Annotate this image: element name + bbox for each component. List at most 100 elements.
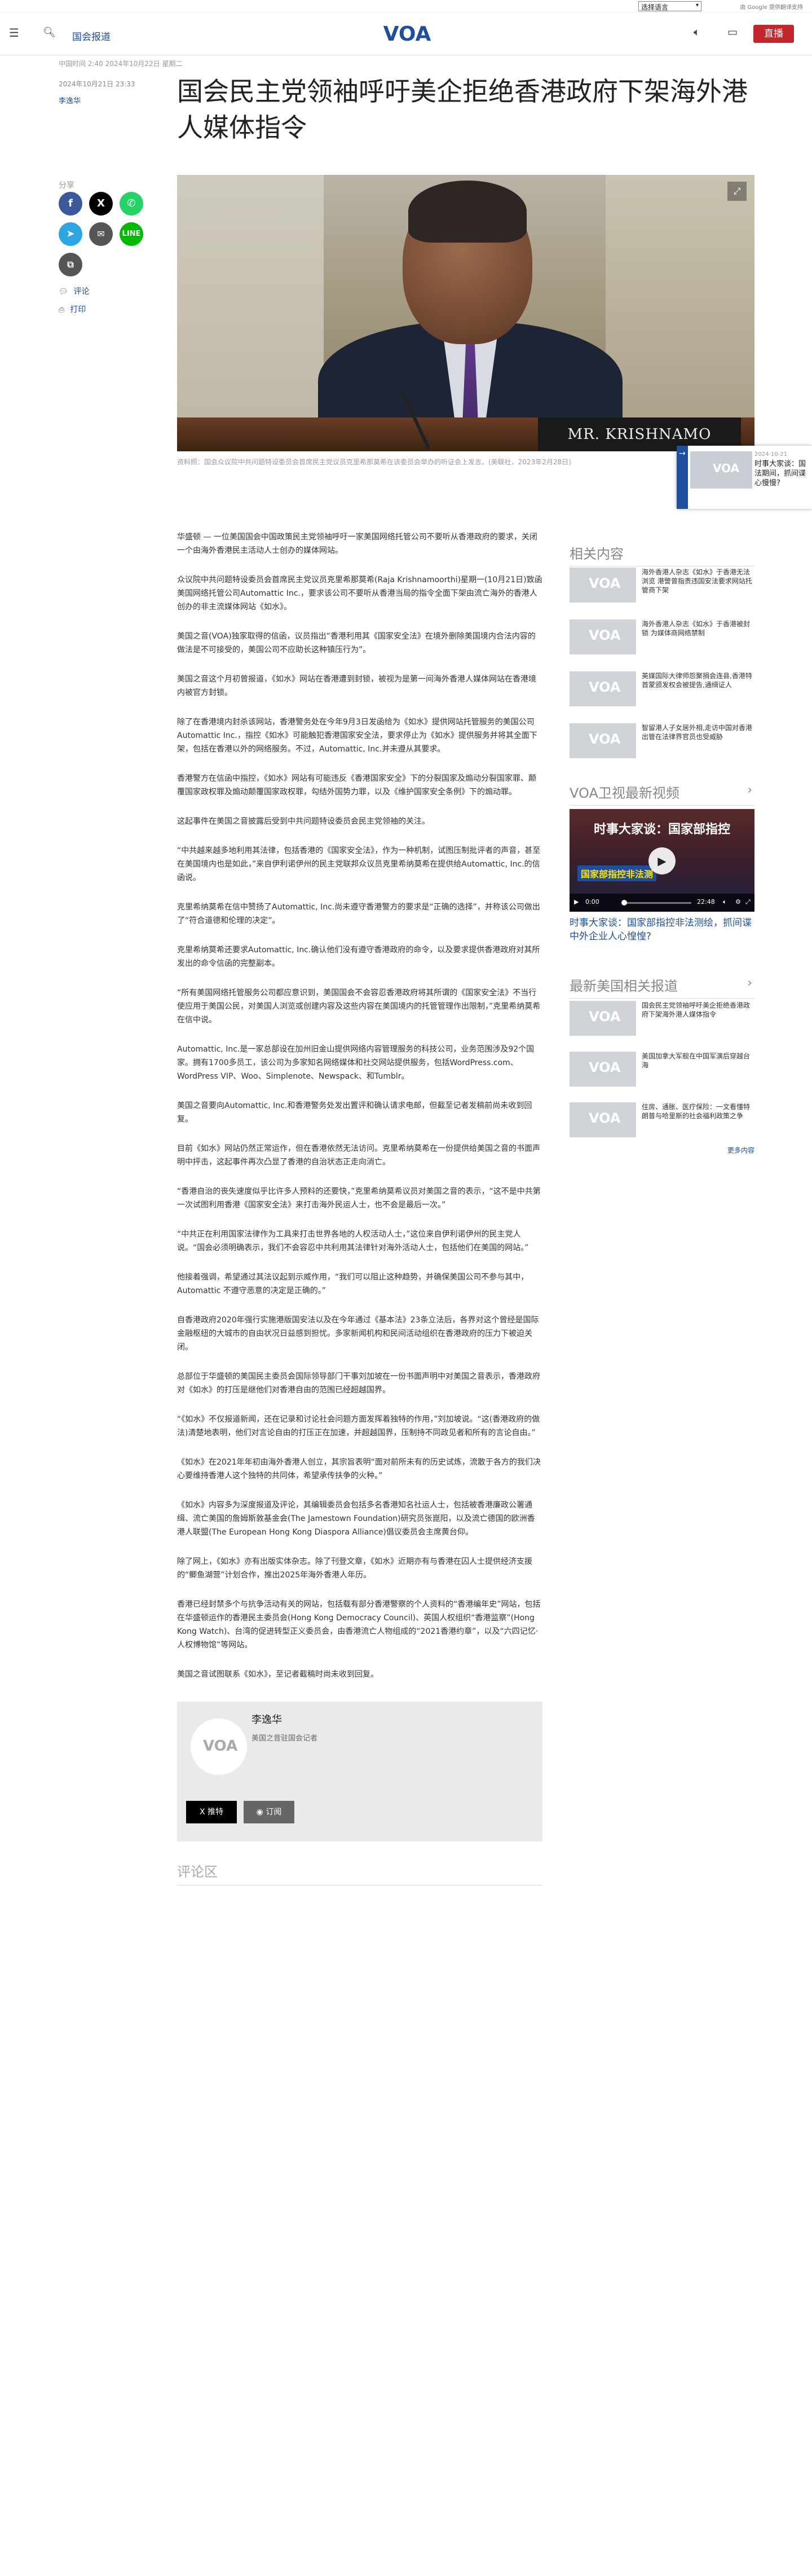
copy-link-icon[interactable]: ⧉: [59, 253, 82, 276]
volume-icon[interactable]: 🔈︎: [723, 898, 727, 906]
voa-logo: VOA: [589, 1009, 621, 1025]
language-select[interactable]: 选择语言 ▾: [638, 1, 701, 11]
article-paragraph: 美国之音(VOA)独家取得的信函，议员指出“香港利用其《国家安全法》在境外删除美…: [177, 632, 536, 654]
comments-link-label: 评论: [73, 287, 90, 296]
voa-logo[interactable]: VOA: [381, 19, 433, 47]
thumbnail[interactable]: VOA: [570, 1001, 636, 1036]
list-item[interactable]: VOA 海外香港人杂志《如水》于香港无法浏览 港警曾指责违国安法要求网站托管商下架: [570, 568, 754, 612]
article-paragraph: 克里希纳莫希在信中赞扬了Automattic, Inc.尚未遵守香港警方的要求是…: [177, 903, 540, 925]
article-paragraph: 《如水》在2021年年初由海外香港人创立，其宗旨表明“面对前所未有的历史试炼，流…: [177, 1458, 541, 1480]
list-item[interactable]: VOA 住房、通胀、医疗保险：一文看懂特朗普与哈里斯的社会福利政策之争: [570, 1102, 754, 1146]
search-icon[interactable]: 🔍︎: [43, 27, 56, 38]
list-item-title[interactable]: 国会民主党领袖呼吁美企拒绝香港政府下架海外港人媒体指令: [642, 1001, 752, 1019]
comments-link[interactable]: 💬︎ 评论: [59, 285, 90, 297]
utility-bar: 选择语言 ▾ 由 Google 提供翻译支持: [0, 0, 812, 12]
article-paragraph: 美国之音要向Automattic, Inc.和香港警务处发出置评和确认请求电邮，…: [177, 1101, 532, 1124]
latest-heading-label: 最新美国相关报道: [570, 978, 678, 994]
list-item[interactable]: VOA 智留港人子女居外相,走访中国对香港出管在法律界官员也受威胁: [570, 723, 754, 767]
thumbnail[interactable]: VOA: [570, 568, 636, 603]
audio-icon[interactable]: 🔈︎: [694, 26, 700, 38]
follow-button[interactable]: X 推特: [186, 1801, 237, 1823]
article-paragraph: 众议院中共问题特设委员会首席民主党议员克里希那莫希(Raja Krishnamo…: [177, 575, 542, 612]
latest-heading[interactable]: 最新美国相关报道 ›: [570, 975, 754, 999]
play-control-icon[interactable]: ▶: [574, 898, 579, 905]
video-banner: 时事大家谈：国家部指控: [593, 823, 730, 837]
video-current-time: 0:00: [585, 898, 599, 905]
list-item[interactable]: VOA 国会民主党领袖呼吁美企拒绝香港政府下架海外港人媒体指令: [570, 1001, 754, 1045]
published-date: 2024年10月21日 23:33: [59, 80, 135, 88]
section-link[interactable]: 国会报道: [72, 29, 111, 43]
mini-player-thumbnail[interactable]: VOA: [690, 451, 752, 489]
list-item[interactable]: VOA 美国加拿大军舰在中国军演后穿越台海: [570, 1052, 754, 1096]
voa-logo: VOA: [589, 627, 621, 643]
video-controls: ▶ 0:00 22:48 🔈︎ ⚙ ⤢: [570, 894, 754, 912]
share-label: 分享: [59, 181, 74, 190]
thumbnail[interactable]: VOA: [570, 723, 636, 758]
author-name[interactable]: 李逸华: [251, 1712, 282, 1726]
author-link[interactable]: 李逸华: [59, 95, 81, 105]
print-link[interactable]: ⎙ 打印: [59, 304, 86, 315]
settings-icon[interactable]: ⚙: [735, 898, 741, 905]
telegram-share-icon[interactable]: ➤: [59, 222, 82, 246]
whatsapp-share-icon[interactable]: ✆: [120, 192, 143, 216]
voa-logo: VOA: [589, 731, 621, 747]
list-item[interactable]: VOA 英媒国际大律师怨聚捐会连县,香港特首蒙颁发权会被提告,通缉证人: [570, 671, 754, 715]
voa-logo: VOA: [589, 1110, 621, 1126]
line-share-icon[interactable]: LINE: [120, 222, 143, 246]
list-item-title[interactable]: 美国加拿大军舰在中国军演后穿越台海: [642, 1052, 752, 1070]
comment-icon: 💬︎: [59, 288, 68, 296]
site-header: ☰ 🔍︎ 国会报道 VOA 🔈︎ ▭ 直播: [0, 12, 812, 55]
mini-player-title[interactable]: 时事大家谈：国法期间，抓间谍心慢慢?: [754, 459, 810, 488]
x-icon: X: [199, 1808, 208, 1817]
avatar[interactable]: VOA: [191, 1718, 247, 1775]
article-paragraph: 香港警方在信函中指控，《如水》网站有可能违反《香港国家安全》下的分裂国家及煽动分…: [177, 774, 536, 797]
article-paragraph: Automattic, Inc.是一家总部设在加州旧金山提供网络内容管理服务的科…: [177, 1045, 535, 1081]
list-item-title[interactable]: 住房、通胀、医疗保险：一文看懂特朗普与哈里斯的社会福利政策之争: [642, 1102, 752, 1120]
article-paragraph: 自香港政府2020年强行实施港版国安法以及在今年通过《基本法》23条立法后，各界…: [177, 1316, 539, 1352]
subscribe-button-label: 订阅: [266, 1808, 282, 1817]
mini-player-arrow-icon[interactable]: →: [677, 446, 688, 509]
live-button[interactable]: 直播: [753, 25, 794, 43]
video-player[interactable]: 时事大家谈：国家部指控 国家部指控非法测 ▶ ▶ 0:00 22:48 🔈︎ ⚙…: [570, 809, 754, 912]
video-progress-handle[interactable]: [621, 900, 627, 905]
video-progress-track[interactable]: [624, 902, 691, 904]
thumbnail[interactable]: VOA: [570, 619, 636, 654]
article-paragraph: 除了在香港境内封杀该网站，香港警务处在今年9月3日发函给为《如水》提供网站托管服…: [177, 718, 537, 754]
article-paragraph: 目前《如水》网站仍然正常运作，但在香港依然无法访问。克里希纳莫希在一份提供给美国…: [177, 1144, 540, 1167]
video-heading[interactable]: VOA卫视最新视频 ›: [570, 782, 754, 806]
subscribe-button[interactable]: ◉ 订阅: [244, 1801, 294, 1823]
menu-icon[interactable]: ☰: [9, 26, 19, 39]
list-item[interactable]: VOA 海外香港人杂志《如水》于香港被封锁 为媒体商网络禁制: [570, 619, 754, 663]
follow-button-label: 推特: [208, 1808, 224, 1817]
thumbnail[interactable]: VOA: [570, 671, 636, 706]
more-link[interactable]: 更多内容: [570, 1145, 754, 1155]
voa-logo: VOA: [589, 1060, 621, 1075]
hair: [408, 181, 527, 243]
video-banner-secondary: 国家部指控非法测: [577, 865, 657, 881]
voa-logo: VOA: [589, 679, 621, 695]
voa-logo: VOA: [713, 461, 740, 475]
list-item-title[interactable]: 海外香港人杂志《如水》于香港被封锁 为媒体商网络禁制: [642, 619, 752, 638]
video-title[interactable]: 时事大家谈：国家部指控非法测绘，抓间谍中外企业人心惶惶?: [570, 916, 754, 943]
expand-icon[interactable]: ⤢: [727, 182, 747, 201]
play-icon[interactable]: ▶: [648, 847, 676, 874]
list-item-title[interactable]: 海外香港人杂志《如水》于香港无法浏览 港警曾指责违国安法要求网站托管商下架: [642, 568, 752, 595]
article-paragraph: 香港已经封禁多个与抗争活动有关的网站，包括载有部分香港警察的个人资料的“香港编年…: [177, 1600, 541, 1650]
article-paragraph: 除了网上，《如水》亦有出版实体杂志。除了刊登文章，《如水》近期亦有与香港在囚人士…: [177, 1557, 532, 1580]
facebook-share-icon[interactable]: f: [59, 192, 82, 216]
thumbnail[interactable]: VOA: [570, 1052, 636, 1087]
list-item-title[interactable]: 智留港人子女居外相,走访中国对香港出管在法律界官员也受威胁: [642, 723, 752, 741]
x-share-icon[interactable]: X: [89, 192, 113, 216]
chevron-right-icon: ›: [747, 976, 752, 990]
mini-player[interactable]: → VOA 2024-10-21 时事大家谈：国法期间，抓间谍心慢慢?: [677, 446, 812, 509]
article-paragraph: “所有美国网络托管服务公司都应意识到，美国国会不会容忍香港政府将其所谓的《国家安…: [177, 988, 541, 1025]
rss-icon: ◉: [256, 1808, 266, 1817]
fullscreen-icon[interactable]: ⤢: [745, 898, 751, 906]
mini-player-date: 2024-10-21: [754, 451, 788, 458]
article-paragraph: “中共越来越多地利用其法律，包括香港的《国家安全法》，作为一种机制，试图压制批评…: [177, 846, 541, 882]
thumbnail[interactable]: VOA: [570, 1102, 636, 1137]
language-select-value: 选择语言: [641, 3, 669, 11]
email-share-icon[interactable]: ✉: [89, 222, 113, 246]
list-item-title[interactable]: 英媒国际大律师怨聚捐会连县,香港特首蒙颁发权会被提告,通缉证人: [642, 671, 752, 689]
video-icon[interactable]: ▭: [727, 26, 738, 38]
